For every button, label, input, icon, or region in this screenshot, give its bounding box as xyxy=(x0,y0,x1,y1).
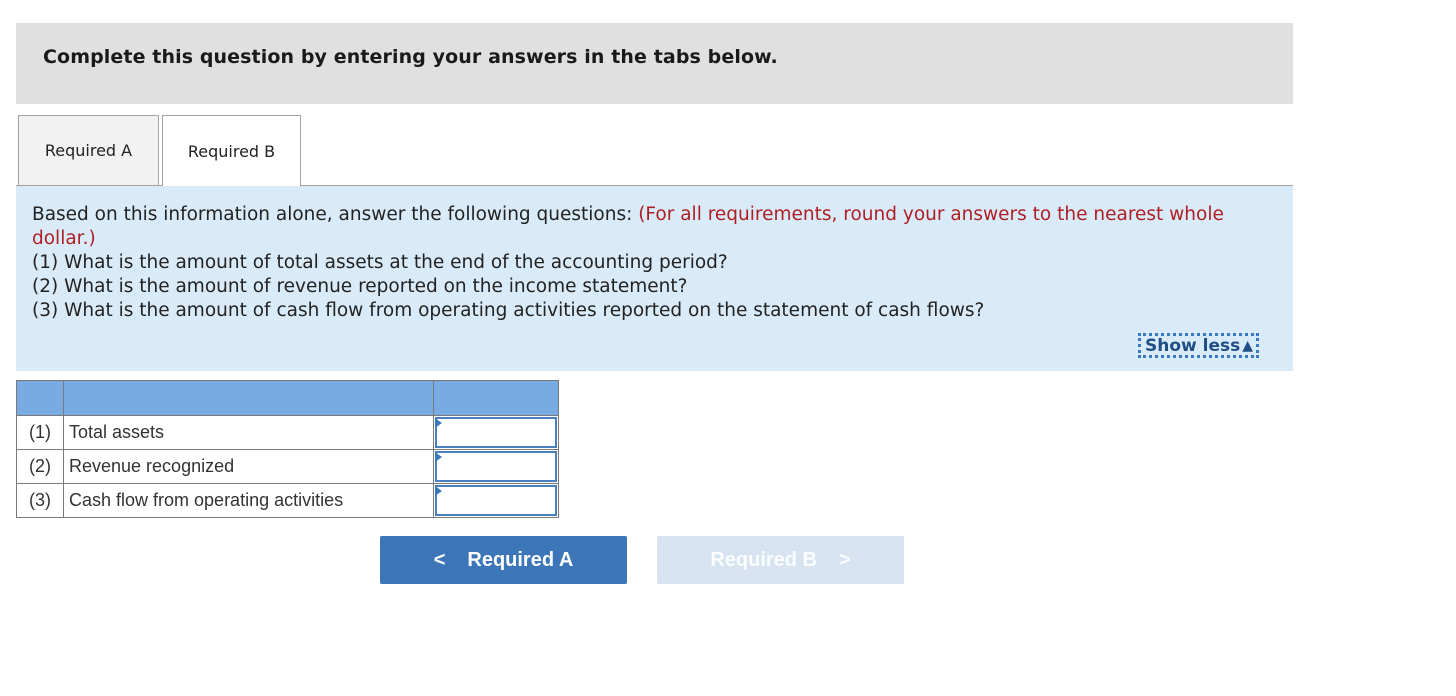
row-number: (1) xyxy=(16,415,64,450)
question-panel: Based on this information alone, answer … xyxy=(16,186,1293,371)
row-label: Cash flow from operating activities xyxy=(63,483,434,518)
operating-cash-flow-input[interactable] xyxy=(435,485,557,516)
input-flag-icon xyxy=(435,452,442,462)
tab-label: Required A xyxy=(44,141,133,160)
next-required-b-button[interactable]: Required B > xyxy=(657,536,904,584)
tab-required-a[interactable]: Required A xyxy=(18,115,159,185)
row-number: (2) xyxy=(16,449,64,484)
table-row: (2) Revenue recognized xyxy=(16,449,559,484)
input-flag-icon xyxy=(435,418,442,428)
triangle-up-icon: ▲ xyxy=(1242,337,1254,354)
revenue-recognized-input[interactable] xyxy=(435,451,557,482)
chevron-left-icon: < xyxy=(433,548,446,571)
header-cell-number xyxy=(16,380,64,416)
header-cell-value xyxy=(433,380,559,416)
instructions-banner: Complete this question by entering your … xyxy=(16,23,1293,104)
tab-required-b[interactable]: Required B xyxy=(162,115,301,186)
total-assets-input[interactable] xyxy=(435,417,557,448)
show-less-button[interactable]: Show less ▲ xyxy=(1138,333,1260,358)
question-intro: Based on this information alone, answer … xyxy=(32,204,639,225)
prev-button-label: Required A xyxy=(467,548,574,571)
prev-required-a-button[interactable]: < Required A xyxy=(380,536,627,584)
header-cell-label xyxy=(63,380,434,416)
value-cell xyxy=(433,415,559,450)
row-number: (3) xyxy=(16,483,64,518)
question-item-3: (3) What is the amount of cash flow from… xyxy=(32,300,985,321)
next-button-label: Required B xyxy=(710,548,817,571)
input-flag-icon xyxy=(435,486,442,496)
question-text: Based on this information alone, answer … xyxy=(32,203,1262,323)
value-cell xyxy=(433,483,559,518)
answer-table: (1) Total assets (2) Revenue recognized … xyxy=(16,380,559,518)
row-label: Revenue recognized xyxy=(63,449,434,484)
instructions-title: Complete this question by entering your … xyxy=(43,46,778,68)
table-header-row xyxy=(16,380,559,416)
table-row: (1) Total assets xyxy=(16,415,559,450)
value-cell xyxy=(433,449,559,484)
row-label: Total assets xyxy=(63,415,434,450)
table-row: (3) Cash flow from operating activities xyxy=(16,483,559,518)
tab-label: Required B xyxy=(187,141,276,161)
show-less-label: Show less xyxy=(1145,335,1241,356)
question-item-1: (1) What is the amount of total assets a… xyxy=(32,252,728,273)
question-item-2: (2) What is the amount of revenue report… xyxy=(32,276,688,297)
chevron-right-icon: > xyxy=(839,548,851,571)
